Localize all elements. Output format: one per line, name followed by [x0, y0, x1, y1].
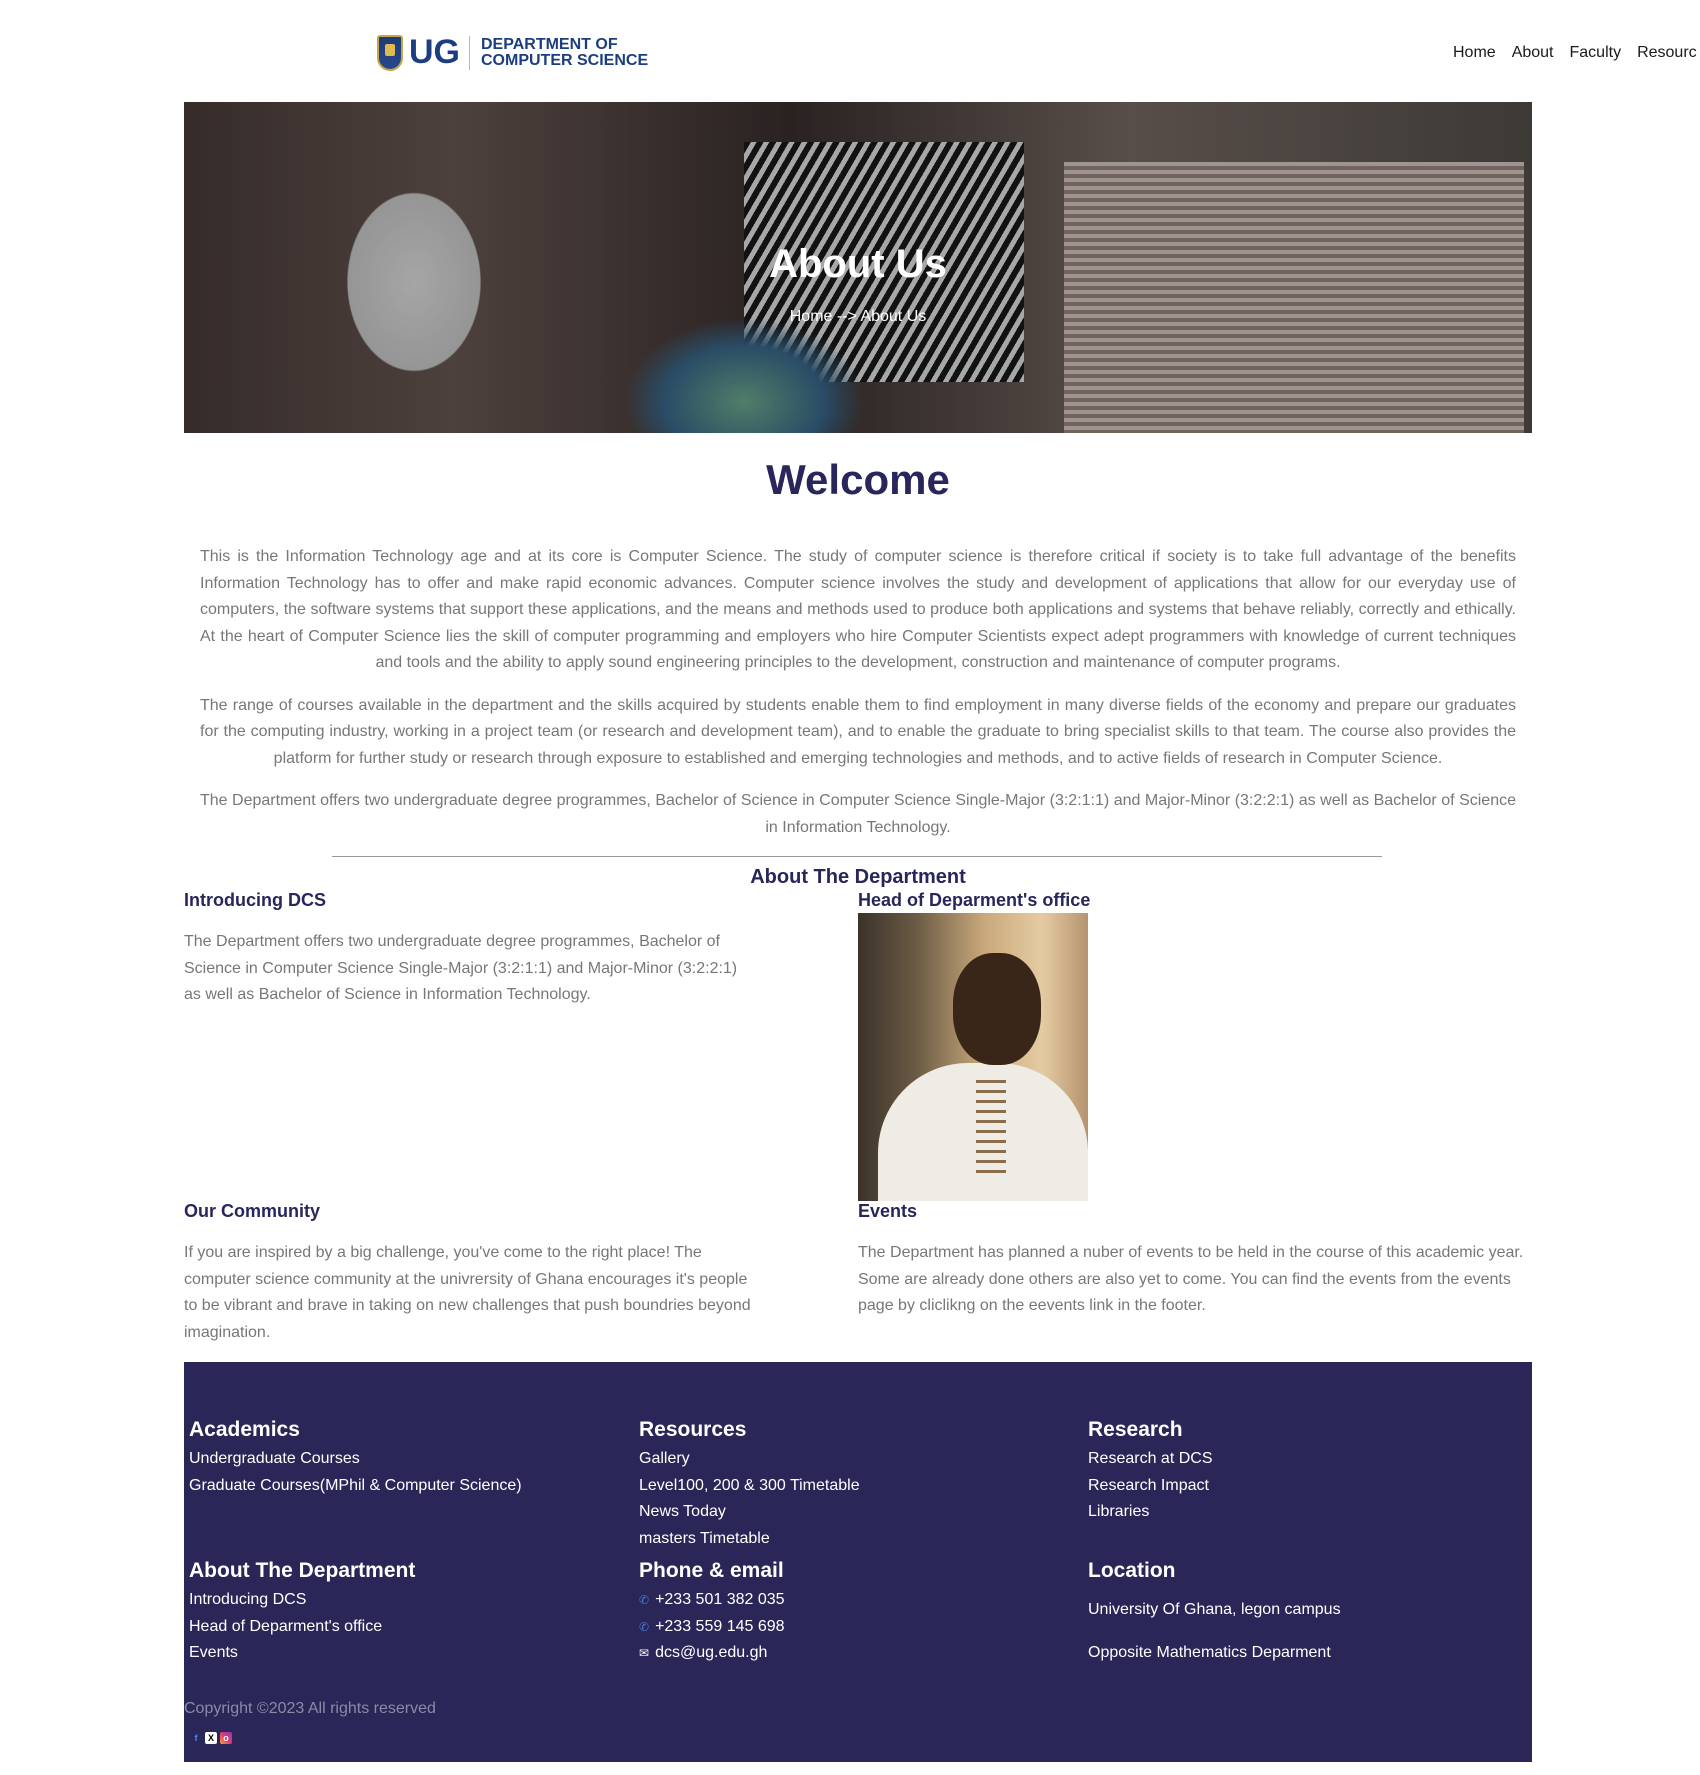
phone-2[interactable]: ✆ +233 559 145 698 — [639, 1614, 785, 1641]
footer-location: Location University Of Ghana, legon camp… — [1088, 1559, 1341, 1666]
nav-about[interactable]: About — [1512, 44, 1554, 62]
footer-link-gallery[interactable]: Gallery — [639, 1446, 860, 1473]
events-text: The Department has planned a nuber of ev… — [858, 1244, 1524, 1314]
footer-link-timetable[interactable]: Level100, 200 & 300 Timetable — [639, 1473, 860, 1500]
footer-about: About The Department Introducing DCS Hea… — [189, 1559, 415, 1667]
department-name: DEPARTMENT OF COMPUTER SCIENCE — [481, 35, 649, 69]
section-divider — [332, 856, 1382, 857]
footer-link-introducing[interactable]: Introducing DCS — [189, 1587, 415, 1614]
welcome-heading: Welcome — [766, 456, 950, 503]
nav-home[interactable]: Home — [1453, 44, 1496, 62]
footer-link-research-impact[interactable]: Research Impact — [1088, 1473, 1213, 1500]
intro-text: This is the Information Technology age a… — [200, 544, 1516, 857]
nav-faculty[interactable]: Faculty — [1570, 44, 1622, 62]
logo-divider — [469, 35, 470, 70]
footer-link-news[interactable]: News Today — [639, 1499, 860, 1526]
instagram-icon[interactable]: o — [220, 1732, 232, 1744]
email-icon: ✉ — [639, 1646, 650, 1660]
phone-icon: ✆ — [639, 1619, 650, 1634]
intro-paragraph-2: The range of courses available in the de… — [200, 696, 1516, 767]
footer-academics: Academics Undergraduate Courses Graduate… — [189, 1418, 522, 1499]
footer-research: Research Research at DCS Research Impact… — [1088, 1418, 1213, 1526]
footer-research-title: Research — [1088, 1418, 1183, 1441]
ug-logo[interactable]: UG DEPARTMENT OF COMPUTER SCIENCE — [377, 33, 648, 72]
events-heading: Events — [858, 1201, 918, 1221]
email[interactable]: ✉ dcs@ug.edu.gh — [639, 1640, 785, 1667]
footer-about-title: About The Department — [189, 1559, 416, 1582]
logo-text: UG — [409, 33, 460, 71]
intro-paragraph-1: This is the Information Technology age a… — [200, 548, 1516, 671]
community-text: If you are inspired by a big challenge, … — [184, 1244, 751, 1341]
footer-contact-title: Phone & email — [639, 1559, 784, 1582]
dept-line-2: COMPUTER SCIENCE — [481, 51, 649, 69]
footer-link-research-dcs[interactable]: Research at DCS — [1088, 1446, 1213, 1473]
footer-link-events[interactable]: Events — [189, 1640, 415, 1667]
hero-title: About Us — [769, 242, 947, 286]
site-footer: Academics Undergraduate Courses Graduate… — [184, 1362, 1532, 1762]
facebook-icon[interactable]: f — [190, 1732, 202, 1744]
main-nav: Home About Faculty Resourc — [1453, 44, 1697, 62]
phone-1-text: +233 501 382 035 — [655, 1591, 785, 1608]
breadcrumb[interactable]: Home --> About Us — [184, 308, 1532, 326]
footer-link-undergraduate[interactable]: Undergraduate Courses — [189, 1446, 522, 1473]
hod-heading: Head of Deparment's office — [858, 890, 1091, 910]
about-heading: About The Department — [750, 866, 966, 888]
footer-link-graduate[interactable]: Graduate Courses(MPhil & Computer Scienc… — [189, 1473, 522, 1500]
location-line-1: University Of Ghana, legon campus — [1088, 1601, 1341, 1618]
copyright: Copyright ©2023 All rights reserved — [184, 1700, 436, 1717]
dept-line-1: DEPARTMENT OF — [481, 35, 618, 53]
crest-icon — [377, 34, 403, 71]
x-icon[interactable]: X — [205, 1732, 217, 1744]
social-links: f X o — [190, 1732, 232, 1744]
hod-photo-collar — [976, 1073, 1006, 1173]
phone-1[interactable]: ✆ +233 501 382 035 — [639, 1587, 785, 1614]
footer-resources-title: Resources — [639, 1418, 747, 1441]
footer-contact: Phone & email ✆ +233 501 382 035 ✆ +233 55… — [639, 1559, 785, 1667]
location-line-2: Opposite Mathematics Deparment — [1088, 1643, 1331, 1661]
footer-resources: Resources Gallery Level100, 200 & 300 Ti… — [639, 1418, 860, 1552]
introducing-heading: Introducing DCS — [184, 890, 326, 910]
footer-location-title: Location — [1088, 1559, 1176, 1582]
introducing-text: The Department offers two undergraduate … — [184, 933, 738, 1003]
footer-link-masters-timetable[interactable]: masters Timetable — [639, 1526, 860, 1553]
community-heading: Our Community — [184, 1201, 321, 1221]
phone-2-text: +233 559 145 698 — [655, 1617, 785, 1635]
phone-icon: ✆ — [639, 1593, 650, 1607]
hod-photo-face — [953, 953, 1041, 1065]
hod-photo — [858, 913, 1088, 1201]
email-text: dcs@ug.edu.gh — [655, 1644, 768, 1661]
footer-academics-title: Academics — [189, 1418, 300, 1441]
hero-banner: About Us Home --> About Us — [184, 102, 1532, 433]
nav-resources[interactable]: Resourc — [1637, 44, 1697, 62]
intro-paragraph-3: The Department offers two undergraduate … — [200, 792, 1516, 836]
footer-link-hod-office[interactable]: Head of Deparment's office — [189, 1614, 415, 1641]
site-header: UG DEPARTMENT OF COMPUTER SCIENCE Home A… — [0, 0, 1700, 102]
footer-link-libraries[interactable]: Libraries — [1088, 1499, 1213, 1526]
